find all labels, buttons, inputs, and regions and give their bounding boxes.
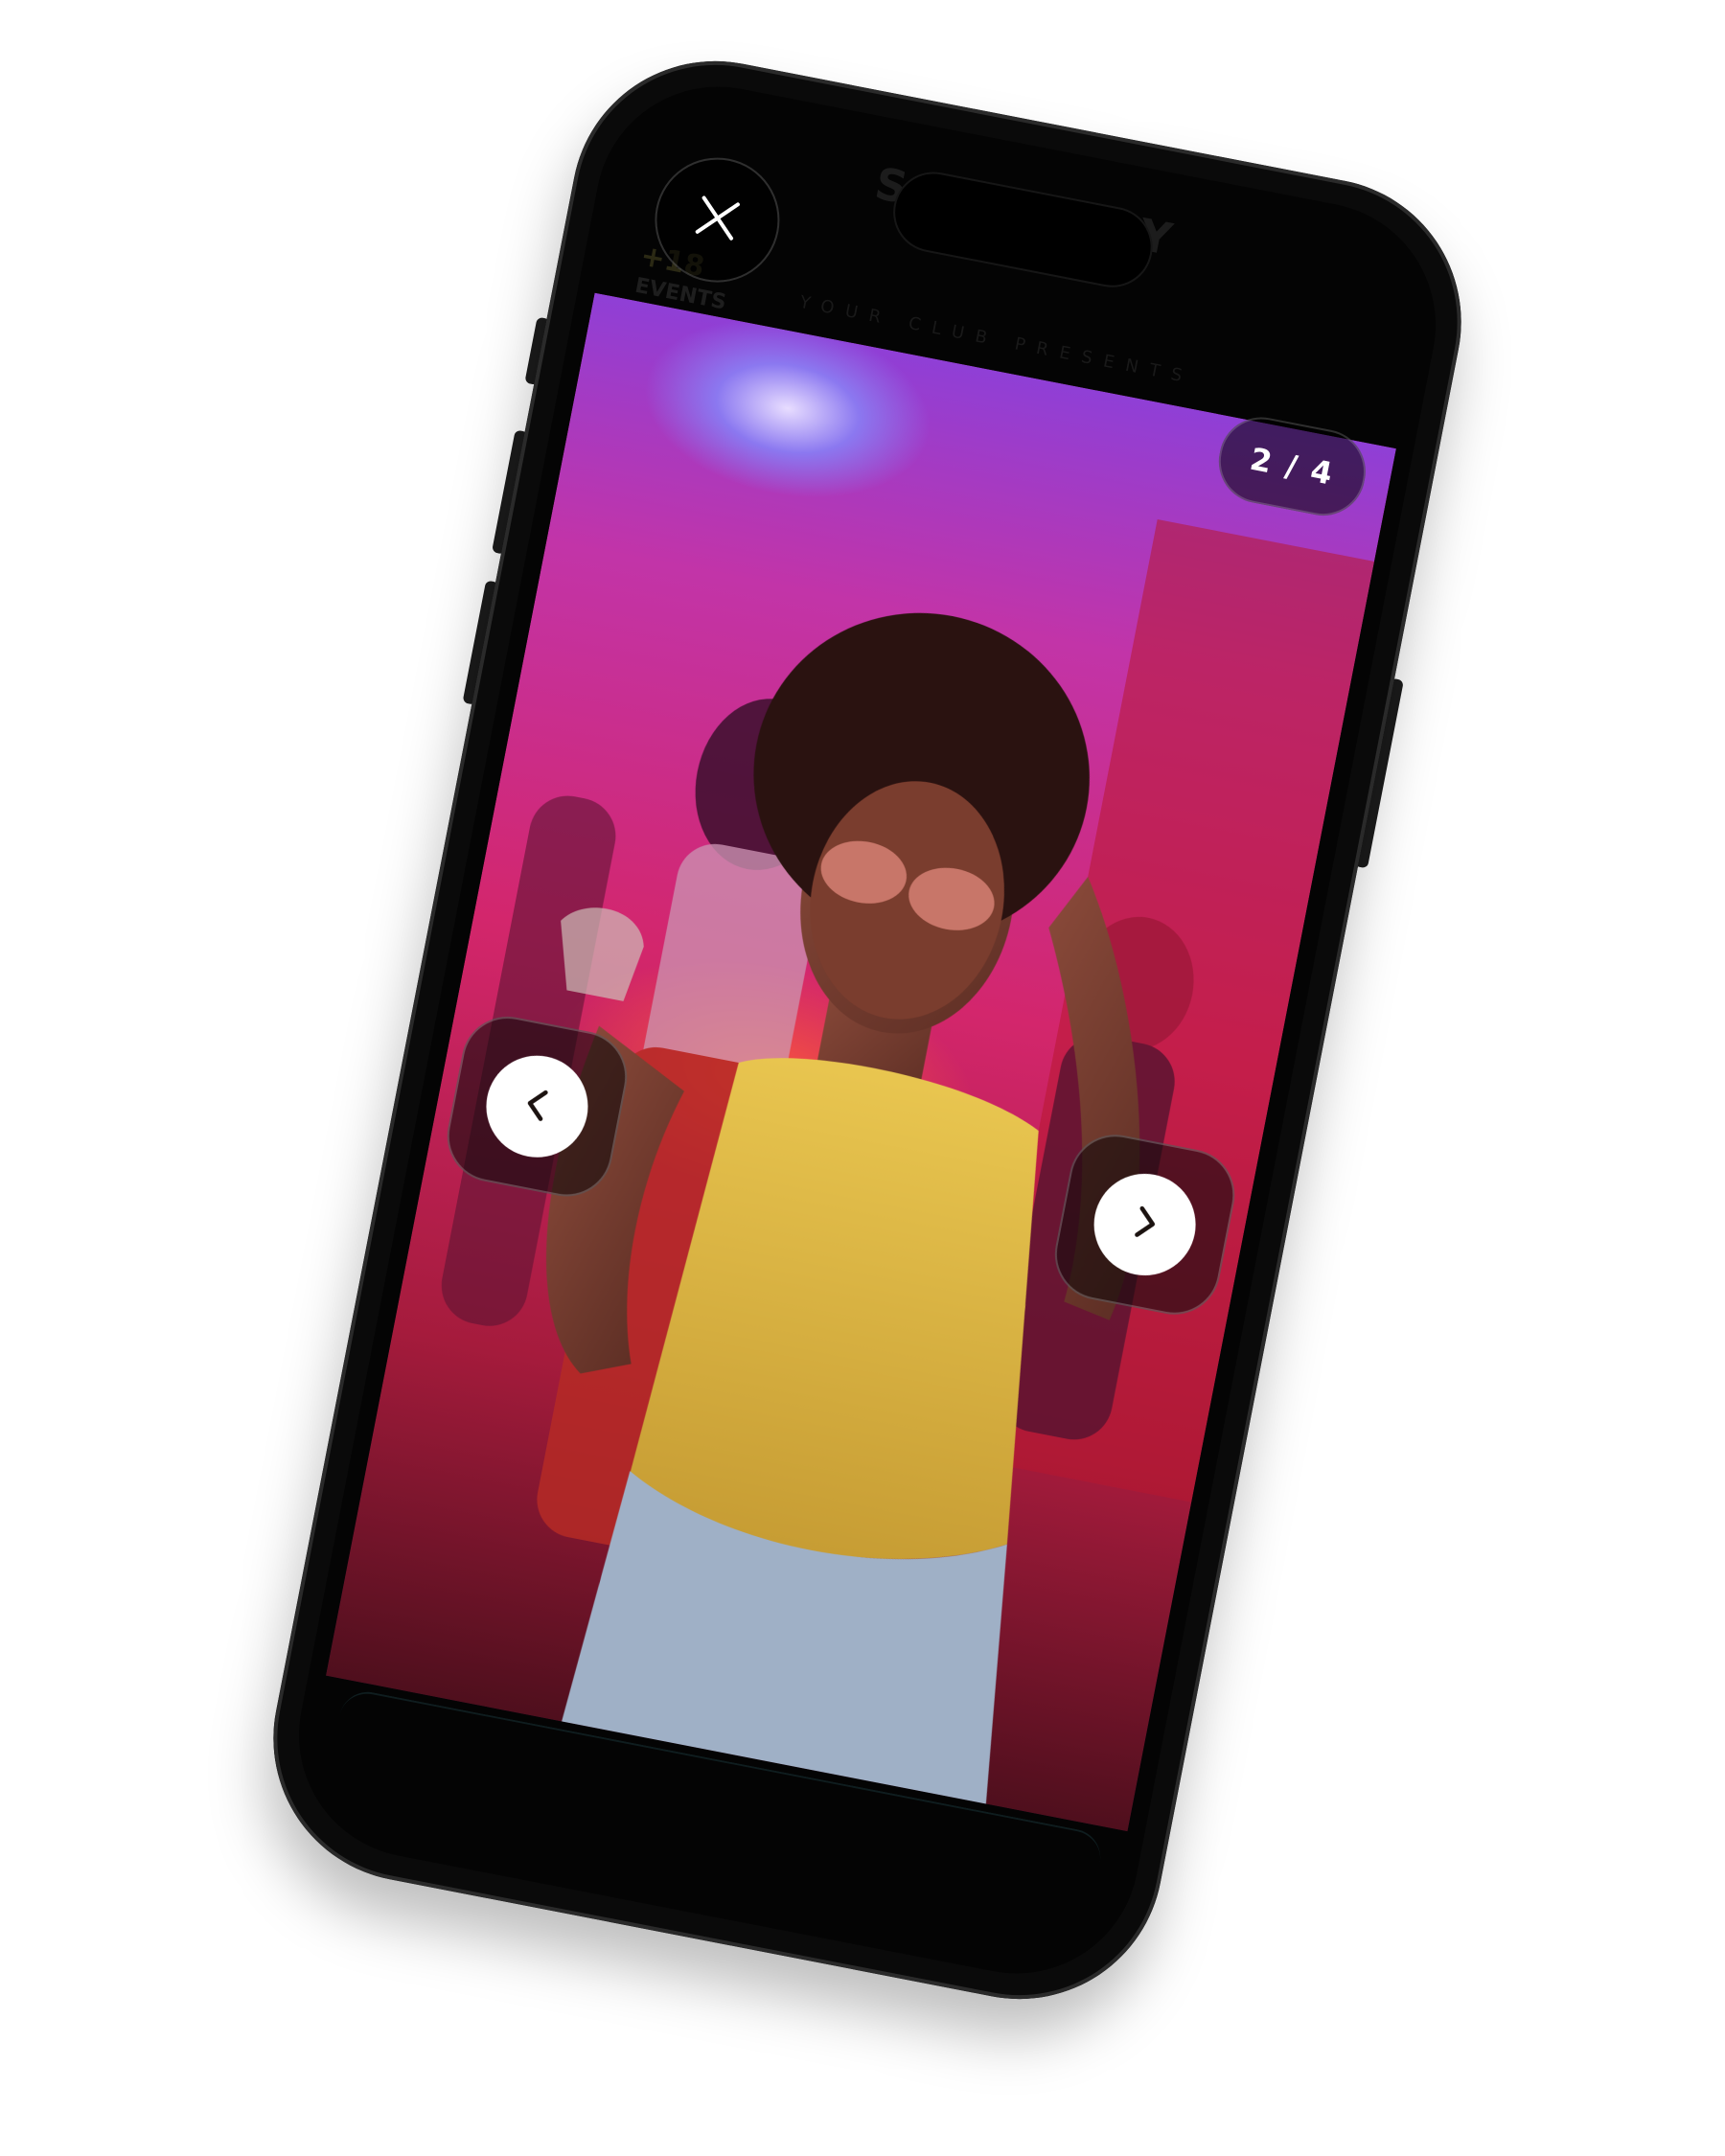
- chevron-left-icon: [515, 1082, 561, 1132]
- next-disc: [1085, 1164, 1205, 1285]
- next-image-button[interactable]: [1046, 1126, 1243, 1322]
- close-icon: [685, 186, 749, 254]
- phone-screen: SATURDAY +18 EVENTS YOUR CLUB PRESENTS 2: [277, 65, 1458, 1995]
- previous-image-button[interactable]: [439, 1008, 635, 1204]
- chevron-right-icon: [1122, 1200, 1168, 1250]
- phone-frame: SATURDAY +18 EVENTS YOUR CLUB PRESENTS 2: [248, 36, 1486, 2024]
- phone-mockup: SATURDAY +18 EVENTS YOUR CLUB PRESENTS 2: [248, 36, 1486, 2024]
- previous-disc: [477, 1046, 597, 1166]
